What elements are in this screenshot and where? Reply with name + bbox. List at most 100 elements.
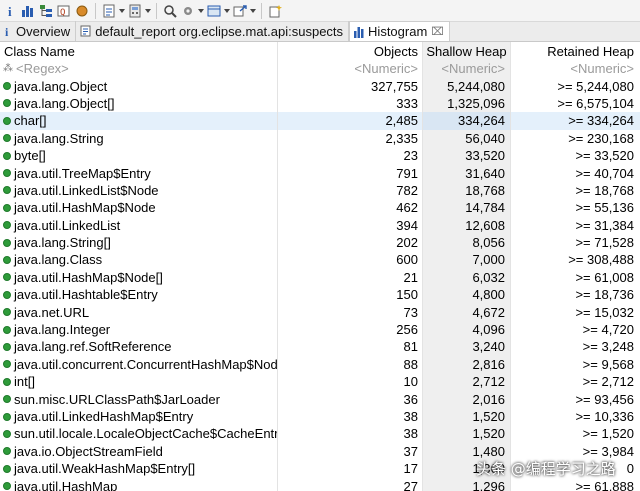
group-icon[interactable] [205,2,223,20]
svg-text:Q: Q [60,8,65,18]
object-query-icon[interactable]: Q [55,2,73,20]
table-row[interactable]: java.util.TreeMap$Entry 791 31,640 >= 40,70… [0,164,640,182]
close-icon[interactable]: ⌧ [431,25,444,38]
class-name-filter[interactable]: ⁂ <Regex> [0,60,278,78]
dominator-tree-icon[interactable] [37,2,55,20]
retained-heap-cell: >= 40,704 [575,165,634,181]
tab-histogram[interactable]: Histogram ⌧ [349,21,450,41]
chevron-down-icon[interactable] [144,2,152,20]
table-row[interactable]: java.lang.Class 600 7,000 >= 308,488 [0,251,640,269]
shallow-heap-cell: 12,608 [423,216,511,234]
retained-heap-cell: >= 9,568 [582,356,634,372]
retained-heap-filter[interactable]: <Numeric> [511,60,640,77]
filter-row: ⁂ <Regex> <Numeric> <Numeric> <Numeric> [0,60,640,78]
svg-text:i: i [8,4,12,18]
objects-cell: 782 [278,181,423,200]
retained-heap-cell: >= 61,888 [575,478,634,491]
tab-default-report[interactable]: default_report org.eclipse.mat.api:suspe… [76,21,350,41]
class-name-text: java.util.TreeMap$Entry [14,165,151,181]
column-header-objects[interactable]: Objects [278,42,423,60]
settings-icon[interactable] [179,2,197,20]
objects-filter[interactable]: <Numeric> [278,60,423,78]
toolbar-separator [156,2,157,19]
export-icon[interactable] [231,2,249,20]
table-row[interactable]: java.util.HashMap$Node[] 21 6,032 >= 61,008 [0,268,640,287]
class-icon [3,429,11,438]
class-icon [3,325,11,334]
table-row[interactable]: java.lang.Object 327,755 5,244,080 >= 5,244… [0,77,640,95]
class-icon [3,482,11,491]
table-row[interactable]: java.lang.ref.SoftReference 81 3,240 >= 3,2… [0,338,640,356]
table-row[interactable]: byte[] 23 33,520 >= 33,520 [0,146,640,165]
objects-cell: 333 [278,94,423,113]
table-row[interactable]: java.util.LinkedHashMap$Entry 38 1,520 >= 1… [0,407,640,426]
table-row[interactable]: java.util.Hashtable$Entry 150 4,800 >= 18,7… [0,286,640,304]
class-name-text: java.lang.Object [14,78,108,94]
table-row[interactable]: java.util.LinkedList 394 12,608 >= 31,384 [0,216,640,234]
table-row[interactable]: char[] 2,485 334,264 >= 334,264 [0,112,640,130]
retained-heap-cell: >= 18,736 [575,287,634,303]
chevron-down-icon[interactable] [249,2,257,20]
table-row[interactable]: sun.util.locale.LocaleObjectCache$CacheE… [0,425,640,443]
histogram-icon [354,26,364,38]
table-row[interactable]: java.lang.String[] 202 8,056 >= 71,528 [0,233,640,252]
histogram-icon[interactable] [19,2,37,20]
class-name-text: java.util.HashMap$Node [14,200,156,216]
filter-regex-text: <Regex> [16,61,69,77]
class-icon [3,395,11,404]
tab-label: default_report org.eclipse.mat.api:suspe… [95,23,344,39]
class-name-text: char[] [14,113,47,129]
chevron-down-icon[interactable] [223,2,231,20]
objects-cell: 36 [278,390,423,408]
calculator-icon[interactable] [126,2,144,20]
new-icon[interactable] [266,2,284,20]
table-row[interactable]: sun.misc.URLClassPath$JarLoader 36 2,016 >=… [0,390,640,408]
class-icon [3,447,11,456]
objects-cell: 23 [278,146,423,165]
table-row[interactable]: int[] 10 2,712 >= 2,712 [0,373,640,391]
class-name-cell: java.lang.ref.SoftReference [0,338,278,356]
objects-cell: 27 [278,477,423,491]
report-icon[interactable] [100,2,118,20]
class-name-cell: java.util.HashMap [0,477,278,491]
retained-heap-cell: >= 33,520 [575,148,634,164]
shallow-heap-cell: 5,244,080 [423,77,511,95]
class-name-cell: java.io.ObjectStreamField [0,442,278,460]
table-row[interactable]: java.lang.String 2,335 56,040 >= 230,168 [0,129,640,147]
class-name-cell: java.util.TreeMap$Entry [0,164,278,182]
class-icon [3,203,11,212]
table-row[interactable]: java.net.URL 73 4,672 >= 15,032 [0,303,640,321]
class-icon [3,290,11,299]
table-header: Class Name Objects Shallow Heap Retained… [0,42,640,60]
table-row[interactable]: java.lang.Object[] 333 1,325,096 >= 6,575,1… [0,94,640,113]
class-name-text: java.util.LinkedList$Node [14,182,159,198]
column-header-retained-heap[interactable]: Retained Heap [511,42,640,60]
column-header-class-name[interactable]: Class Name [0,42,278,60]
table-body: java.lang.Object 327,755 5,244,080 >= 5,244… [0,77,640,491]
class-name-text: java.io.ObjectStreamField [14,443,163,459]
search-icon[interactable] [161,2,179,20]
object-icon[interactable] [73,2,91,20]
class-icon [3,360,11,369]
class-name-text: java.util.LinkedHashMap$Entry [14,409,194,424]
class-name-cell: java.util.concurrent.ConcurrentHashMap$N… [0,355,278,374]
chevron-down-icon[interactable] [197,2,205,20]
class-name-cell: java.lang.Integer [0,320,278,339]
objects-cell: 2,485 [278,112,423,130]
table-row[interactable]: java.lang.Integer 256 4,096 >= 4,720 [0,320,640,339]
class-name-cell: java.util.Hashtable$Entry [0,286,278,304]
objects-cell: 81 [278,338,423,356]
chevron-down-icon[interactable] [118,2,126,20]
info-icon[interactable]: i [3,2,19,20]
column-header-shallow-heap[interactable]: Shallow Heap [423,42,511,60]
shallow-heap-filter[interactable]: <Numeric> [423,60,511,78]
shallow-heap-cell: 2,712 [423,373,511,391]
class-icon [3,377,11,386]
table-row[interactable]: java.util.HashMap 27 1,296 >= 61,888 [0,477,640,491]
histogram-table: Class Name Objects Shallow Heap Retained… [0,42,640,491]
table-row[interactable]: java.util.LinkedList$Node 782 18,768 >= 18,… [0,181,640,200]
table-row[interactable]: java.util.HashMap$Node 462 14,784 >= 55,136 [0,199,640,217]
tab-overview[interactable]: i Overview [0,21,77,41]
table-row[interactable]: java.util.concurrent.ConcurrentHashMap$N… [0,355,640,374]
class-name-text: java.util.LinkedList [14,217,121,233]
